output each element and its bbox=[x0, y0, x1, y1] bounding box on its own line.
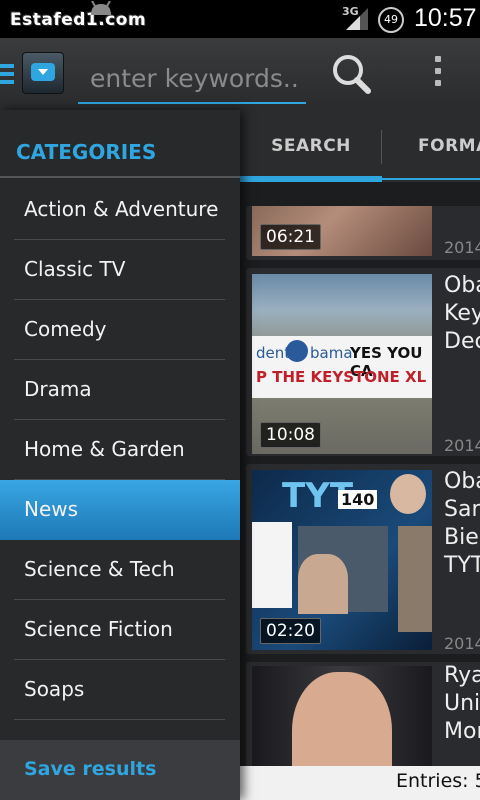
category-news[interactable]: News bbox=[0, 480, 240, 540]
drawer-divider bbox=[0, 176, 240, 178]
entries-count: Entries: 5 bbox=[396, 770, 480, 792]
app-bar bbox=[0, 38, 480, 110]
drawer-toggle-icon[interactable] bbox=[0, 64, 14, 84]
category-soaps[interactable]: Soaps bbox=[0, 660, 240, 720]
search-input[interactable] bbox=[90, 60, 300, 96]
category-home-garden[interactable]: Home & Garden bbox=[0, 420, 240, 480]
tab-format[interactable]: FORMA bbox=[418, 110, 480, 182]
video-duration: 06:21 bbox=[260, 224, 321, 250]
category-action-adventure[interactable]: Action & Adventure bbox=[0, 180, 240, 240]
banner-text: bama bbox=[310, 344, 353, 362]
tyt-episode: 140 bbox=[338, 490, 378, 509]
tab-divider bbox=[381, 130, 382, 164]
video-card[interactable]: TYT 140 02:20 Oba San Biel TYT 2014 bbox=[246, 464, 480, 654]
category-science-tech[interactable]: Science & Tech bbox=[0, 540, 240, 600]
obama-logo-icon bbox=[286, 340, 308, 362]
video-title: Rya Unit Mor bbox=[444, 663, 480, 744]
category-comedy[interactable]: Comedy bbox=[0, 300, 240, 360]
signal-icon bbox=[346, 8, 368, 30]
tab-search[interactable]: SEARCH bbox=[240, 110, 382, 182]
putin-face bbox=[298, 554, 348, 614]
results-panel: SEARCH FORMA 06:21 2014 dent bama YES YO… bbox=[240, 110, 480, 800]
overflow-menu-icon[interactable] bbox=[430, 56, 446, 92]
tab-bar: SEARCH FORMA bbox=[240, 110, 480, 182]
video-thumbnail: dent bama YES YOU CA P THE KEYSTONE XL 1… bbox=[252, 274, 432, 454]
save-results-button[interactable]: Save results bbox=[0, 740, 240, 800]
android-notification-icon bbox=[91, 1, 111, 15]
app-logo-icon[interactable] bbox=[22, 52, 64, 94]
category-classic-tv[interactable]: Classic TV bbox=[0, 240, 240, 300]
video-card[interactable]: 06:21 2014 bbox=[246, 206, 480, 260]
video-title: Oba Key Dec bbox=[444, 273, 480, 354]
brand-logos bbox=[252, 522, 292, 608]
banner-text: dent bbox=[256, 344, 291, 362]
banner-text: P THE KEYSTONE XL bbox=[256, 368, 427, 386]
clock: 10:57 bbox=[414, 4, 477, 32]
search-field[interactable] bbox=[78, 52, 306, 104]
video-duration: 02:20 bbox=[260, 618, 321, 644]
status-bar: Estafed1.com 3G 49 10:57 bbox=[0, 0, 480, 38]
watermark: Estafed1.com bbox=[10, 10, 147, 30]
video-card[interactable]: dent bama YES YOU CA P THE KEYSTONE XL 1… bbox=[246, 268, 480, 456]
search-icon[interactable] bbox=[328, 52, 378, 96]
category-science-fiction[interactable]: Science Fiction bbox=[0, 600, 240, 660]
entries-bar: Entries: 5 bbox=[240, 766, 480, 800]
video-thumbnail: TYT 140 02:20 bbox=[252, 470, 432, 650]
drawer-header: CATEGORIES bbox=[16, 140, 157, 164]
host-face bbox=[390, 474, 426, 514]
category-drawer: CATEGORIES Action & Adventure Classic TV… bbox=[0, 110, 240, 800]
video-title: Oba San Biel TYT bbox=[444, 469, 480, 578]
side-photo bbox=[398, 526, 432, 632]
video-duration: 10:08 bbox=[260, 422, 321, 448]
video-thumbnail: 06:21 bbox=[252, 206, 432, 256]
video-year: 2014 bbox=[444, 436, 480, 455]
video-year: 2014 bbox=[444, 634, 480, 653]
video-year: 2014 bbox=[444, 238, 480, 257]
category-drama[interactable]: Drama bbox=[0, 360, 240, 420]
tab-underline bbox=[240, 178, 480, 180]
battery-icon: 49 bbox=[378, 7, 404, 33]
